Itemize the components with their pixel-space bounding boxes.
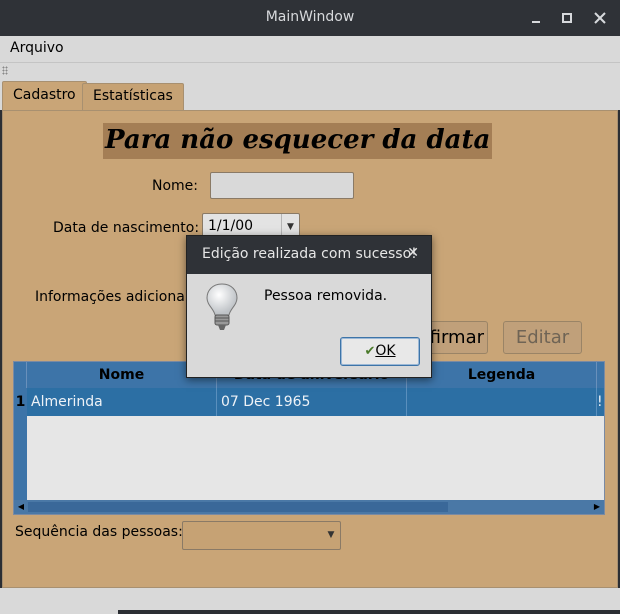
maximize-button[interactable]: [557, 8, 577, 28]
scroll-left-icon[interactable]: ◀: [14, 500, 28, 514]
chevron-down-icon: ▼: [327, 530, 335, 540]
menu-arquivo[interactable]: Arquivo: [10, 40, 64, 56]
birthdate-value: 1/1/00: [208, 218, 254, 234]
extra-info-label: Informações adicionai: [35, 289, 187, 305]
minimize-button[interactable]: [526, 8, 546, 28]
tab-cadastro[interactable]: Cadastro: [2, 81, 87, 112]
window-titlebar: MainWindow: [0, 0, 620, 36]
edit-button[interactable]: Editar: [503, 321, 582, 354]
lightbulb-icon: [206, 283, 238, 330]
status-bar: [0, 588, 620, 614]
minimize-icon: [532, 21, 540, 23]
cell-nome[interactable]: Almerinda: [27, 388, 217, 416]
toolbar-grip[interactable]: [0, 62, 620, 78]
dialog-message: Pessoa removida.: [264, 288, 388, 304]
name-input[interactable]: [210, 172, 354, 199]
cell-data[interactable]: 07 Dec 1965: [217, 388, 407, 416]
check-icon: ✔: [364, 344, 376, 359]
tab-strip: Cadastro Estatísticas: [0, 78, 620, 112]
tab-estatisticas[interactable]: Estatísticas: [82, 83, 184, 110]
corner-cell: [14, 362, 27, 388]
scroll-right-icon[interactable]: ▶: [590, 500, 604, 514]
birthdate-label: Data de nascimento:: [53, 220, 200, 236]
page-title: Para não esquecer da data: [103, 123, 493, 159]
sequence-label: Sequência das pessoas:: [15, 524, 183, 540]
maximize-icon: [562, 13, 572, 23]
dialog-titlebar: Edição realizada com sucesso! ✕: [187, 236, 431, 274]
close-icon: [594, 12, 606, 24]
sequence-select[interactable]: ▼: [182, 521, 341, 550]
table-row[interactable]: 1 Almerinda 07 Dec 1965 !: [14, 388, 604, 416]
dialog-close-icon[interactable]: ✕: [407, 245, 419, 261]
people-table[interactable]: Nome Data de aniversário Legenda 1 Almer…: [13, 361, 605, 515]
message-dialog: Edição realizada com sucesso! ✕ Pessoa r…: [186, 235, 432, 378]
grip-icon: [2, 66, 8, 75]
dialog-title: Edição realizada com sucesso!: [202, 246, 417, 262]
column-header-legenda[interactable]: Legenda: [407, 362, 597, 388]
ok-button[interactable]: ✔OK: [340, 337, 420, 366]
cell-legenda[interactable]: [407, 388, 597, 416]
horizontal-scrollbar[interactable]: ◀ ▶: [14, 500, 604, 514]
close-button[interactable]: [590, 8, 610, 28]
menu-bar: Arquivo: [0, 36, 620, 62]
row-number: 1: [14, 388, 27, 416]
name-label: Nome:: [152, 178, 199, 194]
ok-label: OK: [375, 343, 396, 359]
scrollbar-thumb[interactable]: [28, 502, 448, 512]
cell-overflow[interactable]: !: [597, 388, 604, 416]
